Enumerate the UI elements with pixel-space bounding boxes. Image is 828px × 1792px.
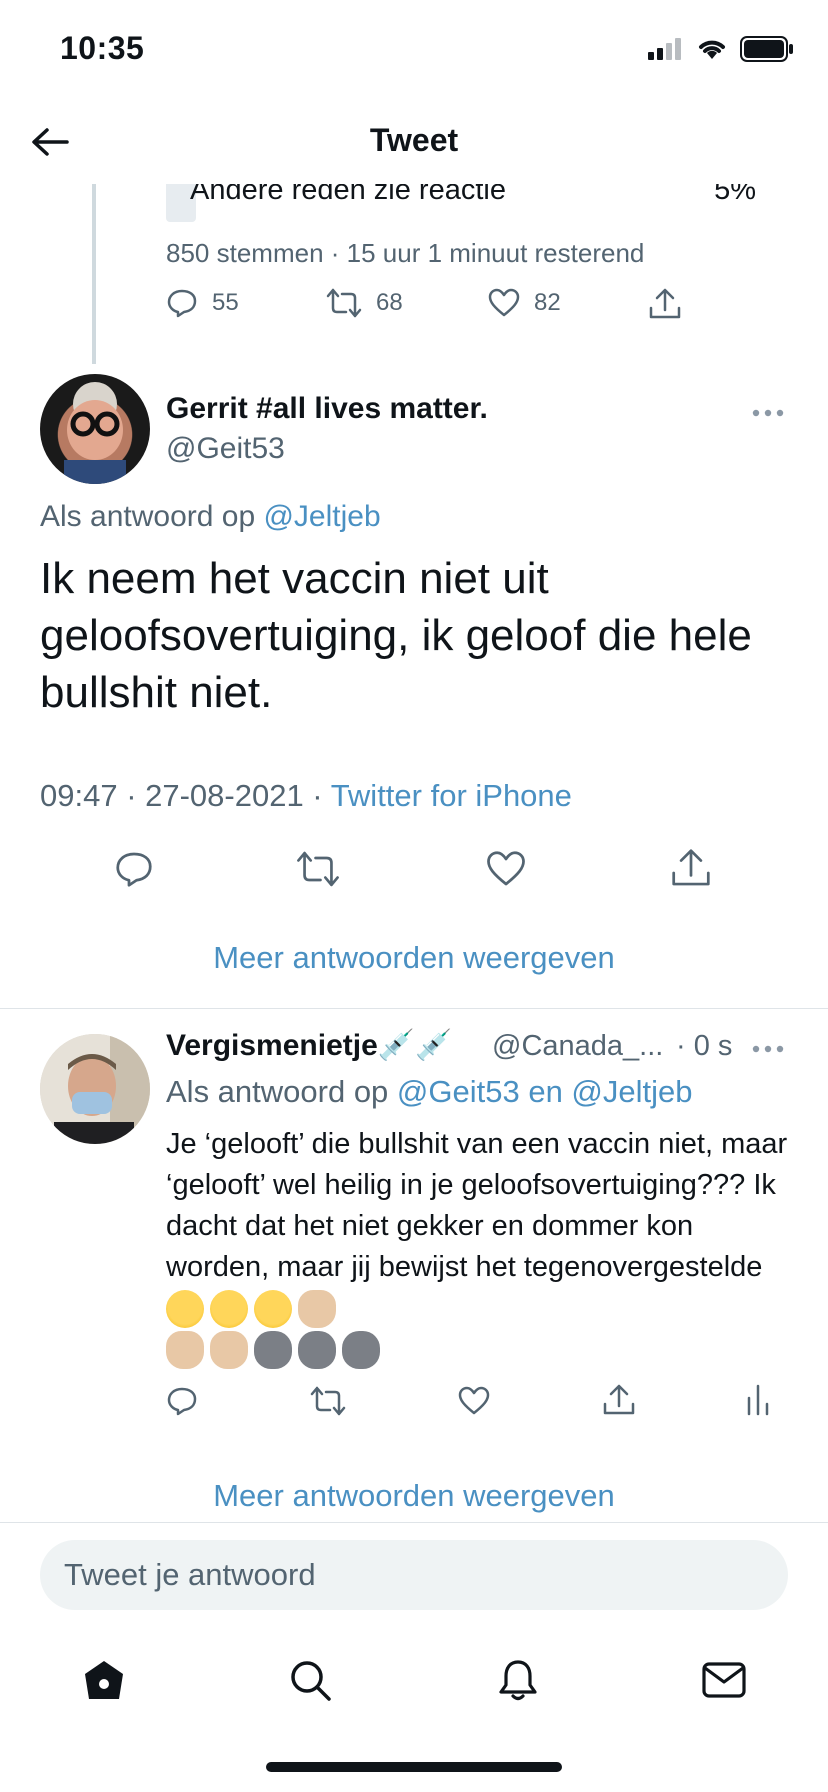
tweet-meta: 09:47 · 27-08-2021 · Twitter for iPhone — [40, 778, 572, 814]
show-more-replies-link[interactable]: Meer antwoorden weergeven — [0, 1478, 828, 1514]
notifications-icon — [499, 1660, 537, 1701]
reply-tweet-actions — [166, 1384, 786, 1428]
share-button[interactable] — [670, 848, 712, 893]
tab-notifications[interactable] — [488, 1650, 548, 1710]
facepalm-emoji-icon — [298, 1331, 336, 1370]
heart-icon — [458, 1386, 490, 1415]
cellular-signal-icon — [648, 38, 681, 60]
reply-author-avatar[interactable] — [40, 1034, 150, 1144]
like-count: 82 — [534, 289, 561, 316]
retweet-count: 68 — [376, 289, 403, 316]
retweet-icon — [310, 1386, 346, 1416]
glasses-graphic — [64, 382, 126, 484]
status-bar: 10:35 — [0, 0, 828, 100]
like-button[interactable]: 82 — [488, 288, 561, 318]
search-icon — [291, 1661, 331, 1701]
retweet-icon — [326, 288, 362, 318]
clapping-emoji-icon — [166, 1331, 204, 1370]
analytics-icon — [747, 1384, 769, 1416]
reply-more-options-button[interactable] — [752, 1040, 784, 1058]
reply-button[interactable]: 55 — [166, 288, 239, 318]
nav-bar: Tweet — [0, 100, 828, 184]
clapping-emoji-icon — [298, 1290, 336, 1329]
divider — [0, 1008, 828, 1009]
share-icon — [649, 288, 681, 319]
laughing-emoji-icon — [210, 1290, 248, 1329]
smiling-emoji-icon — [254, 1290, 292, 1329]
reply-prefix: Als antwoord op — [166, 1074, 397, 1109]
laughing-emoji-icon — [166, 1290, 204, 1329]
battery-icon — [740, 36, 793, 62]
tweet-text: Ik neem het vaccin niet uit geloofsovert… — [40, 554, 752, 717]
more-options-button[interactable] — [752, 404, 784, 422]
emoji-row — [166, 1290, 336, 1329]
divider — [0, 1522, 828, 1523]
show-more-replies-link[interactable]: Meer antwoorden weergeven — [0, 940, 828, 976]
tab-search[interactable] — [280, 1650, 340, 1710]
reply-author-name[interactable]: Vergismenietje💉💉 — [166, 1028, 452, 1063]
thread-line — [92, 184, 96, 364]
clapping-emoji-icon — [210, 1331, 248, 1370]
reply-mentions-link[interactable]: @Geit53 en @Jeltjeb — [397, 1074, 693, 1109]
share-icon — [672, 849, 710, 886]
status-icons — [648, 36, 794, 62]
reply-input[interactable] — [64, 1540, 764, 1610]
heart-icon — [487, 851, 525, 886]
home-indicator — [266, 1762, 562, 1772]
share-button[interactable] — [602, 1384, 636, 1421]
wifi-icon — [699, 40, 725, 59]
facepalm-emoji-icon — [342, 1331, 380, 1370]
reply-time: · 0 s — [676, 1030, 733, 1062]
reply-button[interactable] — [114, 850, 154, 893]
retweet-button[interactable]: 68 — [326, 288, 403, 318]
reply-context: Als antwoord op @Geit53 en @Jeltjeb — [166, 1074, 693, 1110]
author-name[interactable]: Gerrit #all lives matter. — [166, 392, 488, 426]
messages-icon — [702, 1662, 746, 1698]
reply-mention-link[interactable]: @Jeltjeb — [263, 500, 380, 533]
status-time: 10:35 — [60, 30, 145, 66]
heart-icon — [488, 288, 520, 317]
share-button[interactable] — [648, 288, 682, 320]
poll-meta: 850 stemmen · 15 uur 1 minuut resterend — [166, 238, 645, 268]
reply-author-handle[interactable]: @Canada_... — [492, 1030, 663, 1063]
reply-compose[interactable] — [40, 1540, 788, 1610]
tweet-actions — [0, 846, 828, 898]
tab-home[interactable] — [74, 1650, 134, 1710]
reply-context: Als antwoord op @Jeltjeb — [40, 500, 381, 534]
author-avatar[interactable] — [40, 374, 150, 484]
home-icon — [85, 1661, 123, 1699]
tab-messages[interactable] — [694, 1650, 754, 1710]
tweet-source-link[interactable]: Twitter for iPhone — [331, 778, 572, 813]
facepalm-emoji-icon — [254, 1331, 292, 1370]
like-button[interactable] — [458, 1386, 490, 1421]
reply-icon — [167, 289, 197, 318]
page-title: Tweet — [369, 122, 459, 158]
reply-prefix: Als antwoord op — [40, 500, 264, 533]
share-icon — [603, 1384, 635, 1415]
reply-icon — [167, 1387, 197, 1416]
tweet-timestamp: 09:47 · 27-08-2021 · — [40, 778, 331, 813]
retweet-button[interactable] — [310, 1386, 346, 1421]
analytics-button[interactable] — [746, 1384, 770, 1421]
reply-count: 55 — [212, 289, 239, 316]
more-dots-icon — [752, 1045, 784, 1053]
poll-tweet-actions: 55 68 82 — [166, 288, 686, 328]
reply-text-body: Je ‘gelooft’ die bullshit van een vaccin… — [166, 1128, 788, 1283]
retweet-button[interactable] — [296, 850, 340, 893]
tab-bar — [0, 1640, 828, 1730]
masked-person-graphic — [40, 1034, 150, 1144]
like-button[interactable] — [486, 850, 526, 893]
retweet-icon — [297, 851, 339, 887]
reply-button[interactable] — [166, 1386, 198, 1421]
emoji-row-2 — [166, 1331, 380, 1370]
reply-text: Je ‘gelooft’ die bullshit van een vaccin… — [166, 1124, 788, 1370]
more-dots-icon — [752, 409, 784, 417]
author-handle[interactable]: @Geit53 — [166, 432, 285, 466]
reply-icon — [116, 852, 152, 887]
